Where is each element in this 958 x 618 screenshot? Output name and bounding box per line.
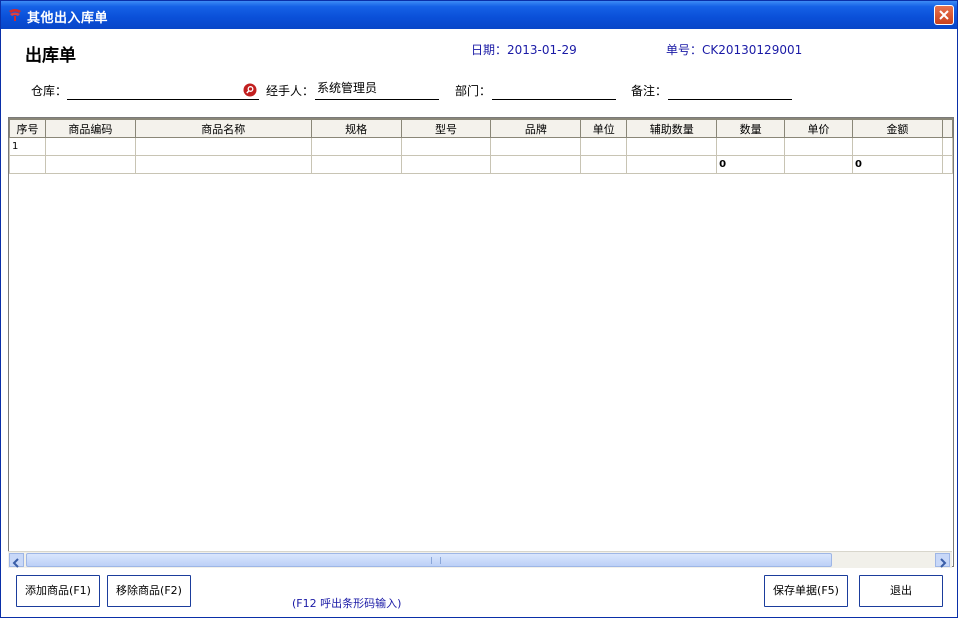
department-label: 部门：: [455, 84, 492, 98]
app-icon: [9, 9, 21, 21]
search-icon[interactable]: [243, 83, 257, 97]
sum-filler: [941, 155, 953, 174]
sum-price: [784, 155, 853, 174]
product-table: 序号 商品编码 商品名称 规格 型号 品牌 单位 辅助数量 数量 单价 金额 1: [9, 118, 953, 174]
add-product-button[interactable]: 添加商品(F1): [16, 575, 100, 607]
col-header-brand[interactable]: 品牌: [490, 118, 582, 138]
sum-brand: [490, 155, 582, 174]
sum-spec: [310, 155, 402, 174]
sum-qty-total: 0: [716, 155, 786, 174]
chevron-right-icon: [940, 558, 947, 568]
grip-icon: [431, 557, 441, 564]
handler-input[interactable]: 系统管理员: [315, 80, 439, 100]
title-bar[interactable]: 其他出入库单: [1, 1, 957, 29]
cell-amount[interactable]: [852, 137, 943, 156]
barcode-hint: (F12 呼出条形码输入): [292, 597, 402, 610]
sum-model: [400, 155, 492, 174]
col-header-qty[interactable]: 数量: [716, 118, 786, 138]
cell-name[interactable]: [134, 137, 312, 156]
col-header-spec[interactable]: 规格: [310, 118, 402, 138]
warehouse-input[interactable]: [67, 84, 259, 100]
remark-input[interactable]: [668, 84, 792, 100]
product-grid[interactable]: 序号 商品编码 商品名称 规格 型号 品牌 单位 辅助数量 数量 单价 金额 1: [8, 117, 954, 567]
cell-filler: [941, 137, 953, 156]
cell-unit[interactable]: [580, 137, 628, 156]
cell-aux-qty[interactable]: [626, 137, 718, 156]
cell-code[interactable]: [44, 137, 136, 156]
chevron-left-icon: [12, 558, 19, 568]
document-title: 出库单: [25, 46, 76, 66]
remove-product-button[interactable]: 移除商品(F2): [107, 575, 191, 607]
cell-qty[interactable]: [716, 137, 786, 156]
col-header-amount[interactable]: 金额: [852, 118, 943, 138]
cell-price[interactable]: [784, 137, 853, 156]
horizontal-scrollbar[interactable]: [8, 551, 952, 568]
cell-brand[interactable]: [490, 137, 582, 156]
cell-spec[interactable]: [310, 137, 402, 156]
col-header-seq[interactable]: 序号: [9, 118, 46, 138]
scroll-left-button[interactable]: [9, 553, 24, 568]
document-date: 日期：2013-01-29: [471, 43, 577, 57]
cell-model[interactable]: [400, 137, 492, 156]
sum-amount-total: 0: [852, 155, 943, 174]
sum-code: [44, 155, 136, 174]
handler-label: 经手人：: [266, 84, 315, 98]
sum-aux-qty: [626, 155, 718, 174]
cell-seq[interactable]: 1: [9, 137, 46, 156]
window-title: 其他出入库单: [27, 11, 109, 26]
table-row[interactable]: 1: [9, 137, 953, 156]
warehouse-label: 仓库：: [31, 84, 68, 98]
remark-label: 备注：: [631, 84, 668, 98]
col-header-name[interactable]: 商品名称: [134, 118, 312, 138]
sum-seq: [9, 155, 46, 174]
close-icon: [939, 10, 949, 20]
col-header-model[interactable]: 型号: [400, 118, 492, 138]
col-header-price[interactable]: 单价: [784, 118, 853, 138]
sum-name: [134, 155, 312, 174]
scroll-thumb[interactable]: [26, 553, 832, 567]
col-header-code[interactable]: 商品编码: [44, 118, 136, 138]
summary-row: 0 0: [9, 155, 953, 174]
close-button[interactable]: [934, 5, 954, 25]
dialog-window: 其他出入库单 出库单 日期：2013-01-29 单号：CK2013012900…: [0, 0, 958, 618]
document-number: 单号：CK20130129001: [666, 43, 803, 57]
save-document-button[interactable]: 保存单据(F5): [764, 575, 848, 607]
exit-button[interactable]: 退出: [859, 575, 943, 607]
col-header-aux-qty[interactable]: 辅助数量: [626, 118, 718, 138]
table-header-row: 序号 商品编码 商品名称 规格 型号 品牌 单位 辅助数量 数量 单价 金额: [9, 118, 953, 138]
sum-unit: [580, 155, 628, 174]
col-header-filler: [941, 118, 953, 138]
col-header-unit[interactable]: 单位: [580, 118, 628, 138]
scroll-right-button[interactable]: [935, 553, 950, 568]
department-input[interactable]: [492, 84, 616, 100]
